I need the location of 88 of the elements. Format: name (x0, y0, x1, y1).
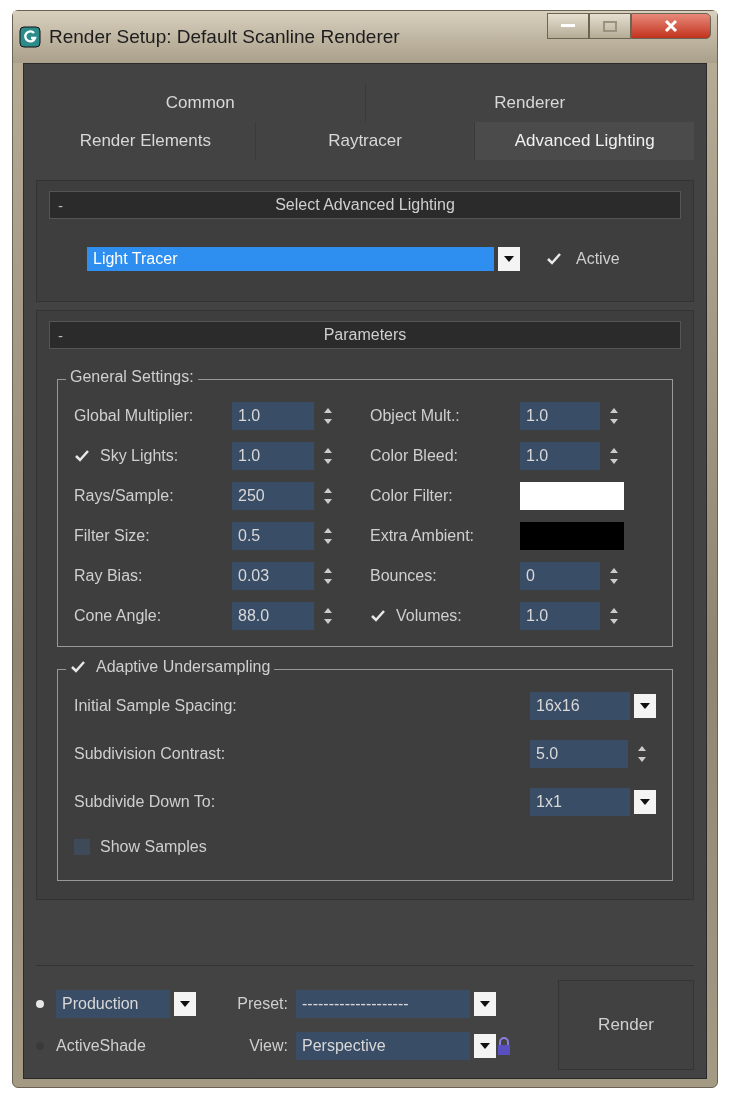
app-icon (19, 26, 41, 48)
minimize-button[interactable] (547, 13, 589, 39)
group-title: Adaptive Undersampling (96, 658, 271, 676)
field-label: Initial Sample Spacing: (74, 697, 238, 715)
spinner-field[interactable]: 1.0 (232, 442, 314, 470)
spinner-icon[interactable] (324, 566, 332, 586)
field-label: Volumes: (396, 607, 462, 625)
color-swatch[interactable] (520, 522, 624, 550)
group-title: General Settings: (70, 368, 194, 386)
spinner-icon[interactable] (324, 526, 332, 546)
caret-icon (504, 256, 514, 262)
field-label: Bounces: (370, 567, 437, 585)
checkbox-label: Active (576, 250, 620, 268)
field-label: Rays/Sample: (74, 487, 174, 505)
rollout-title: Parameters (322, 326, 408, 344)
rollout-header[interactable]: - Parameters (49, 321, 681, 349)
field-label: Sky Lights: (100, 447, 179, 465)
spinner-field[interactable]: 0.5 (232, 522, 314, 550)
minimize-icon (561, 24, 575, 28)
caret-icon (640, 703, 650, 709)
checkbox[interactable] (70, 659, 86, 675)
close-button[interactable] (631, 13, 711, 39)
caret-icon (480, 1043, 490, 1049)
field-label: Subdivision Contrast: (74, 745, 227, 763)
field-label: Object Mult.: (370, 407, 460, 425)
dropdown-button[interactable] (634, 694, 656, 718)
spinner-field[interactable]: 250 (232, 482, 314, 510)
dropdown-field[interactable]: Light Tracer (87, 247, 494, 271)
rollout-header[interactable]: - Select Advanced Lighting (49, 191, 681, 219)
spinner-field[interactable]: 0.03 (232, 562, 314, 590)
spinner-field[interactable]: 5.0 (530, 740, 628, 768)
spinner-icon[interactable] (638, 744, 646, 764)
spinner-field[interactable]: 88.0 (232, 602, 314, 630)
spinner-icon[interactable] (610, 566, 618, 586)
dropdown-button[interactable] (174, 992, 196, 1016)
dropdown-field[interactable]: Perspective (296, 1032, 470, 1060)
dropdown-button[interactable] (634, 790, 656, 814)
tab[interactable]: Common (36, 84, 365, 122)
field-label: Filter Size: (74, 527, 150, 545)
close-icon (664, 19, 678, 33)
tab[interactable]: Advanced Lighting (474, 122, 694, 160)
spinner-icon[interactable] (324, 406, 332, 426)
caret-icon (480, 1001, 490, 1007)
spinner-field[interactable]: 1.0 (520, 442, 600, 470)
radio-button[interactable] (36, 1000, 44, 1008)
dropdown-field[interactable]: Production (56, 990, 170, 1018)
checkbox[interactable] (370, 608, 386, 624)
dropdown-button[interactable] (474, 1034, 496, 1058)
spinner-icon[interactable] (324, 606, 332, 626)
spinner-field[interactable]: 1.0 (232, 402, 314, 430)
spinner-field[interactable]: 0 (520, 562, 600, 590)
checkbox[interactable] (546, 251, 562, 267)
spinner-icon[interactable] (610, 406, 618, 426)
spinner-icon[interactable] (610, 446, 618, 466)
checkbox[interactable] (74, 839, 90, 855)
spinner-icon[interactable] (324, 446, 332, 466)
field-label: Color Filter: (370, 487, 453, 505)
checkbox-label: Show Samples (100, 838, 207, 856)
color-swatch[interactable] (520, 482, 624, 510)
collapse-toggle[interactable]: - (58, 326, 74, 344)
window-title: Render Setup: Default Scanline Renderer (49, 26, 401, 48)
checkbox[interactable] (74, 448, 90, 464)
spinner-field[interactable]: 1.0 (520, 402, 600, 430)
dropdown-button[interactable] (498, 247, 520, 271)
caret-icon (180, 1001, 190, 1007)
field-label: View: (248, 1037, 289, 1055)
collapse-toggle[interactable]: - (58, 196, 74, 214)
render-button[interactable]: Render (558, 980, 694, 1070)
field-label: Ray Bias: (74, 567, 143, 585)
caret-icon (640, 799, 650, 805)
field-label: Extra Ambient: (370, 527, 475, 545)
dropdown-field[interactable]: -------------------- (296, 990, 470, 1018)
dropdown-button[interactable] (474, 992, 496, 1016)
field-label: Color Bleed: (370, 447, 459, 465)
spinner-field[interactable]: 1.0 (520, 602, 600, 630)
field-label: Global Multiplier: (74, 407, 194, 425)
tab[interactable]: Render Elements (36, 122, 255, 160)
maximize-button[interactable] (589, 13, 631, 39)
spinner-icon[interactable] (324, 486, 332, 506)
dropdown-field[interactable]: 16x16 (530, 692, 630, 720)
field-label: Subdivide Down To: (74, 793, 217, 811)
field-label: Preset: (236, 995, 289, 1013)
field-label: Cone Angle: (74, 607, 162, 625)
maximize-icon (603, 20, 617, 32)
spinner-icon[interactable] (610, 606, 618, 626)
radio-label: ActiveShade (56, 1037, 147, 1055)
dropdown-field[interactable]: 1x1 (530, 788, 630, 816)
rollout-title: Select Advanced Lighting (274, 196, 456, 214)
